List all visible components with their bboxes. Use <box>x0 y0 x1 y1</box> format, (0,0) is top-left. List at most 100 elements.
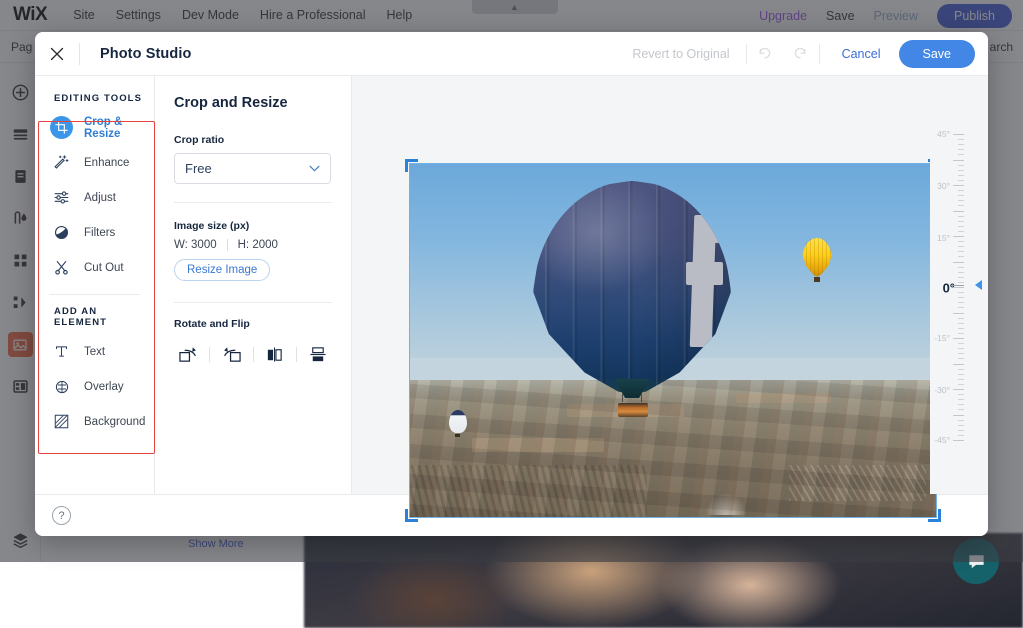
close-icon[interactable] <box>35 32 79 76</box>
tool-item-cut-out[interactable]: Cut Out <box>35 250 154 285</box>
ruler-label-minus45: -45° <box>934 435 950 445</box>
crop-ratio-select[interactable]: Free <box>174 153 331 184</box>
tool-label-overlay: Overlay <box>84 381 124 393</box>
tool-label-cut-out: Cut Out <box>84 262 124 274</box>
ruler-tick <box>953 134 964 135</box>
ruler-tick <box>958 353 964 354</box>
balloon-envelope <box>533 181 731 394</box>
tool-item-background[interactable]: Background <box>35 404 154 439</box>
redo-icon[interactable] <box>783 36 819 72</box>
page-title: Photo Studio <box>100 46 191 62</box>
ruler-label-30: 30° <box>937 181 950 191</box>
ruler-tick <box>953 287 964 288</box>
aerial-landscape <box>409 380 937 518</box>
white-balloon-basket <box>455 434 459 437</box>
ruler-label-minus30: -30° <box>934 385 950 395</box>
white-balloon-envelope <box>449 410 467 433</box>
magic-wand-icon <box>50 151 73 174</box>
tools-sidebar: EDITING TOOLS Crop & Resize Enhance Adju… <box>35 76 155 494</box>
cancel-button[interactable]: Cancel <box>820 47 899 61</box>
crop-handle-bottom-left[interactable] <box>405 509 418 522</box>
ruler-tick <box>953 440 964 441</box>
tool-item-filters[interactable]: Filters <box>35 215 154 250</box>
main-hot-air-balloon <box>533 181 731 394</box>
crop-icon <box>50 116 73 139</box>
tool-item-adjust[interactable]: Adjust <box>35 180 154 215</box>
ruler-tick <box>958 404 964 405</box>
crop-handle-bottom-right[interactable] <box>928 509 941 522</box>
ruler-tick <box>958 180 964 181</box>
ruler-tick <box>958 379 964 380</box>
ruler-tick <box>953 338 964 339</box>
crop-stage[interactable] <box>409 163 937 518</box>
tool-label-text: Text <box>84 346 105 358</box>
image-size-values: W: 3000 H: 2000 <box>174 239 332 251</box>
ruler-tick <box>958 297 964 298</box>
scissors-icon <box>50 256 73 279</box>
rotation-ruler[interactable]: 45° 30° 15° 0° -15° -30° -45° <box>930 76 988 494</box>
tool-label-background: Background <box>84 416 145 428</box>
crop-ratio-value: Free <box>185 161 212 176</box>
ruler-tick <box>958 348 964 349</box>
ruler-tick <box>958 318 964 319</box>
ruler-tick <box>958 277 964 278</box>
tool-item-crop-resize[interactable]: Crop & Resize <box>35 110 154 145</box>
tool-label-adjust: Adjust <box>84 192 116 204</box>
ruler-label-15: 15° <box>937 233 950 243</box>
rotate-right-icon[interactable] <box>174 341 202 367</box>
flip-horizontal-icon[interactable] <box>260 341 288 367</box>
ruler-tick <box>958 195 964 196</box>
yellow-balloon-basket <box>814 277 820 282</box>
ruler-tick <box>953 415 964 416</box>
balloon-cables <box>622 394 642 403</box>
rotation-ruler-track[interactable]: 45° 30° 15° 0° -15° -30° -45° <box>930 120 988 450</box>
crop-handle-top-left[interactable] <box>405 159 418 172</box>
sliders-icon <box>50 186 73 209</box>
yellow-balloon-envelope <box>802 238 832 277</box>
ruler-tick <box>958 343 964 344</box>
white-hot-air-balloon <box>449 410 467 433</box>
ruler-tick <box>958 231 964 232</box>
image-size-label: Image size (px) <box>174 220 332 232</box>
ruler-zero-mark <box>951 285 964 286</box>
resize-image-button[interactable]: Resize Image <box>174 259 270 281</box>
town-area <box>409 465 647 518</box>
tool-label-crop-resize: Crop & Resize <box>84 116 154 140</box>
rotate-flip-label: Rotate and Flip <box>174 318 332 330</box>
ruler-tick <box>953 236 964 237</box>
balloon-photo <box>409 163 937 518</box>
ruler-tick <box>958 175 964 176</box>
ruler-tick <box>958 139 964 140</box>
ruler-tick <box>958 425 964 426</box>
ruler-tick <box>958 292 964 293</box>
rotate-divider-2 <box>253 347 254 362</box>
photo-studio-modal: Photo Studio Revert to Original Cancel S… <box>35 32 988 536</box>
crop-ratio-label: Crop ratio <box>174 134 332 146</box>
tool-item-text[interactable]: Text <box>35 334 154 369</box>
tools-separator <box>49 294 140 295</box>
revert-to-original-button[interactable]: Revert to Original <box>616 47 745 61</box>
photo-studio-actions: Revert to Original Cancel Save <box>616 36 988 72</box>
balloon-logo-notch <box>714 215 726 243</box>
flip-vertical-icon[interactable] <box>304 341 332 367</box>
ruler-tick <box>958 272 964 273</box>
ruler-tick <box>958 282 964 283</box>
tool-item-enhance[interactable]: Enhance <box>35 145 154 180</box>
photo-studio-header: Photo Studio Revert to Original Cancel S… <box>35 32 988 76</box>
ruler-tick <box>953 185 964 186</box>
ruler-tick <box>958 394 964 395</box>
help-icon[interactable]: ? <box>52 506 71 525</box>
ruler-tick <box>953 313 964 314</box>
ruler-tick <box>958 409 964 410</box>
photo-studio-body: EDITING TOOLS Crop & Resize Enhance Adju… <box>35 76 988 494</box>
rotation-pointer-icon[interactable] <box>975 280 982 290</box>
size-divider <box>227 239 228 251</box>
overlay-icon <box>50 375 73 398</box>
chevron-down-icon <box>309 165 320 172</box>
smoke-plume <box>705 493 747 515</box>
tool-item-overlay[interactable]: Overlay <box>35 369 154 404</box>
background-icon <box>50 410 73 433</box>
undo-icon[interactable] <box>747 36 783 72</box>
save-button[interactable]: Save <box>899 40 976 68</box>
rotate-left-icon[interactable] <box>217 341 245 367</box>
